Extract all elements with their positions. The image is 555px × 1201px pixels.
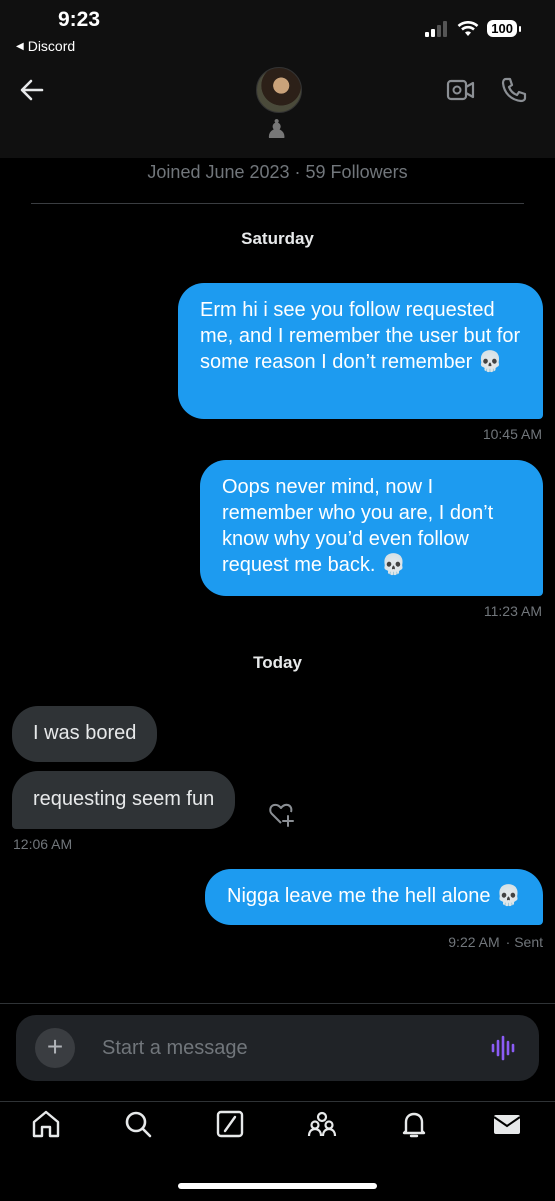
message-timestamp: 9:22 AM bbox=[448, 934, 500, 950]
grok-icon[interactable] bbox=[214, 1108, 246, 1140]
message-input[interactable]: Start a message bbox=[102, 1037, 248, 1060]
message-timestamp: 11:23 AM bbox=[483, 603, 542, 619]
plus-icon[interactable]: + bbox=[35, 1028, 75, 1068]
avatar[interactable] bbox=[256, 67, 302, 113]
status-indicators: 100 bbox=[425, 20, 521, 37]
message-composer[interactable] bbox=[16, 1015, 539, 1081]
message-meta: 9:22 AM · Sent bbox=[448, 934, 543, 950]
divider bbox=[31, 203, 524, 204]
received-message[interactable]: requesting seem fun bbox=[12, 771, 236, 829]
arrow-left-icon[interactable] bbox=[18, 76, 46, 104]
status-time: 9:23 bbox=[58, 8, 101, 31]
voice-wave-icon[interactable] bbox=[490, 1035, 516, 1061]
video-call-icon[interactable] bbox=[446, 76, 476, 104]
sent-message[interactable]: Erm hi i see you follow requested me, an… bbox=[178, 283, 543, 419]
profile-joined-info: Joined June 2023 · 59 Followers bbox=[147, 162, 408, 182]
search-icon[interactable] bbox=[122, 1108, 154, 1140]
communities-icon[interactable] bbox=[306, 1108, 338, 1140]
profile-badge: ♟ bbox=[265, 114, 289, 144]
bell-icon[interactable] bbox=[398, 1108, 430, 1140]
battery-indicator: 100 bbox=[487, 20, 521, 37]
back-app-label: Discord bbox=[27, 38, 76, 54]
sent-message[interactable]: Oops never mind, now I remember who you … bbox=[200, 460, 543, 596]
back-to-app-link[interactable]: ◀ Discord bbox=[16, 38, 75, 54]
received-message[interactable]: I was bored bbox=[12, 706, 158, 762]
message-status: · Sent bbox=[505, 934, 543, 950]
day-separator: Today bbox=[253, 653, 302, 672]
message-timestamp: 10:45 AM bbox=[482, 426, 542, 442]
message-timestamp: 12:06 AM bbox=[13, 836, 73, 852]
cellular-signal-icon bbox=[425, 20, 448, 37]
home-indicator bbox=[178, 1183, 377, 1189]
sent-message[interactable]: Nigga leave me the hell alone 💀 bbox=[205, 869, 543, 925]
wifi-icon bbox=[457, 20, 479, 36]
home-icon[interactable] bbox=[30, 1108, 62, 1140]
caret-left-icon: ◀ bbox=[16, 40, 24, 52]
heart-add-icon[interactable] bbox=[268, 801, 296, 827]
phone-icon[interactable] bbox=[500, 76, 528, 104]
day-separator: Saturday bbox=[241, 229, 314, 248]
messages-icon[interactable] bbox=[491, 1108, 523, 1140]
